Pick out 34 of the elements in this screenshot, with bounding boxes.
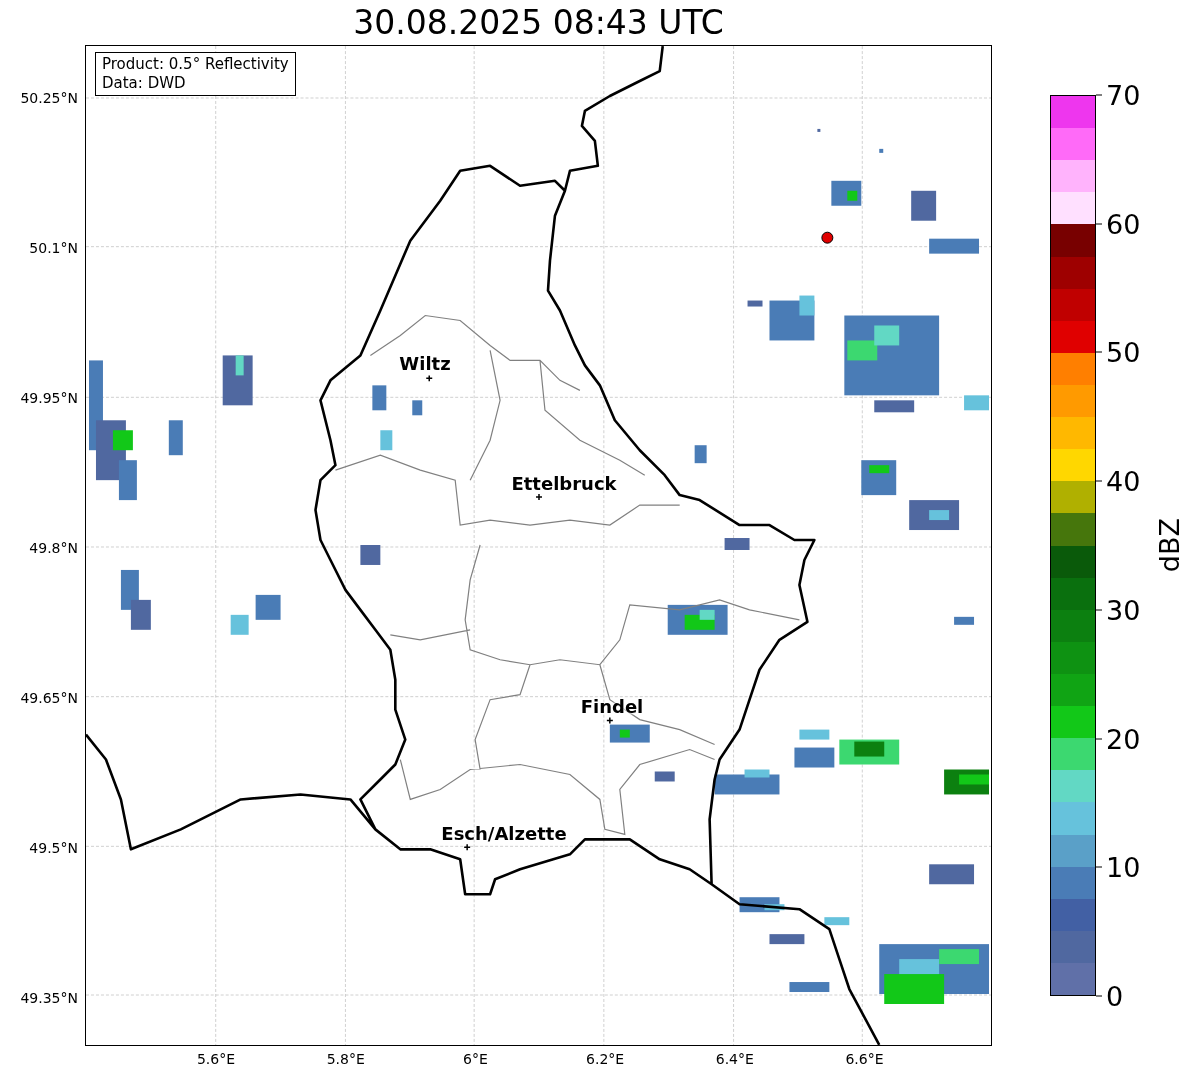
colorbar-tick-label: 40	[1106, 467, 1141, 495]
longitude-label: 6.6°E	[845, 1051, 884, 1067]
latitude-label: 49.35°N	[20, 990, 78, 1006]
info-text: Data: DWD	[102, 74, 187, 93]
city-label: Esch/Alzette	[441, 822, 567, 844]
latitude-label: 49.95°N	[20, 390, 78, 406]
latitude-label: 49.5°N	[29, 840, 78, 856]
colorbar-tick-label: 50	[1106, 338, 1141, 366]
chart-title: 30.08.2025 08:43 UTC	[353, 6, 724, 39]
latitude-label: 50.25°N	[20, 90, 78, 106]
info-text: Product: 0.5° Reflectivity	[102, 55, 289, 74]
longitude-label: 6°E	[463, 1051, 488, 1067]
city-marker-icon	[425, 374, 433, 383]
colorbar-tick-label: 0	[1106, 982, 1124, 1010]
colorbar-tick-label: 20	[1106, 725, 1141, 753]
colorbar-tick-label: 30	[1106, 596, 1141, 624]
colorbar-label: dBZ	[1154, 518, 1184, 573]
city-marker-icon	[535, 493, 543, 501]
city-marker-icon	[606, 716, 614, 725]
city-label: Wiltz	[399, 352, 451, 374]
city-marker-icon	[463, 843, 471, 852]
latitude-label: 50.1°N	[29, 240, 78, 256]
longitude-label: 6.2°E	[586, 1051, 625, 1067]
longitude-label: 6.4°E	[715, 1051, 754, 1067]
latitude-label: 49.65°N	[20, 690, 78, 706]
colorbar-tick-label: 60	[1106, 210, 1141, 238]
city-label: Ettelbruck	[511, 472, 617, 494]
latitude-label: 49.8°N	[29, 540, 78, 556]
colorbar-tick-label: 70	[1106, 81, 1141, 109]
longitude-label: 5.8°E	[326, 1051, 365, 1067]
city-label: Findel	[580, 695, 644, 717]
colorbar-tick-label: 10	[1106, 853, 1141, 881]
longitude-label: 5.6°E	[196, 1051, 236, 1067]
radar-site-marker	[821, 231, 834, 244]
